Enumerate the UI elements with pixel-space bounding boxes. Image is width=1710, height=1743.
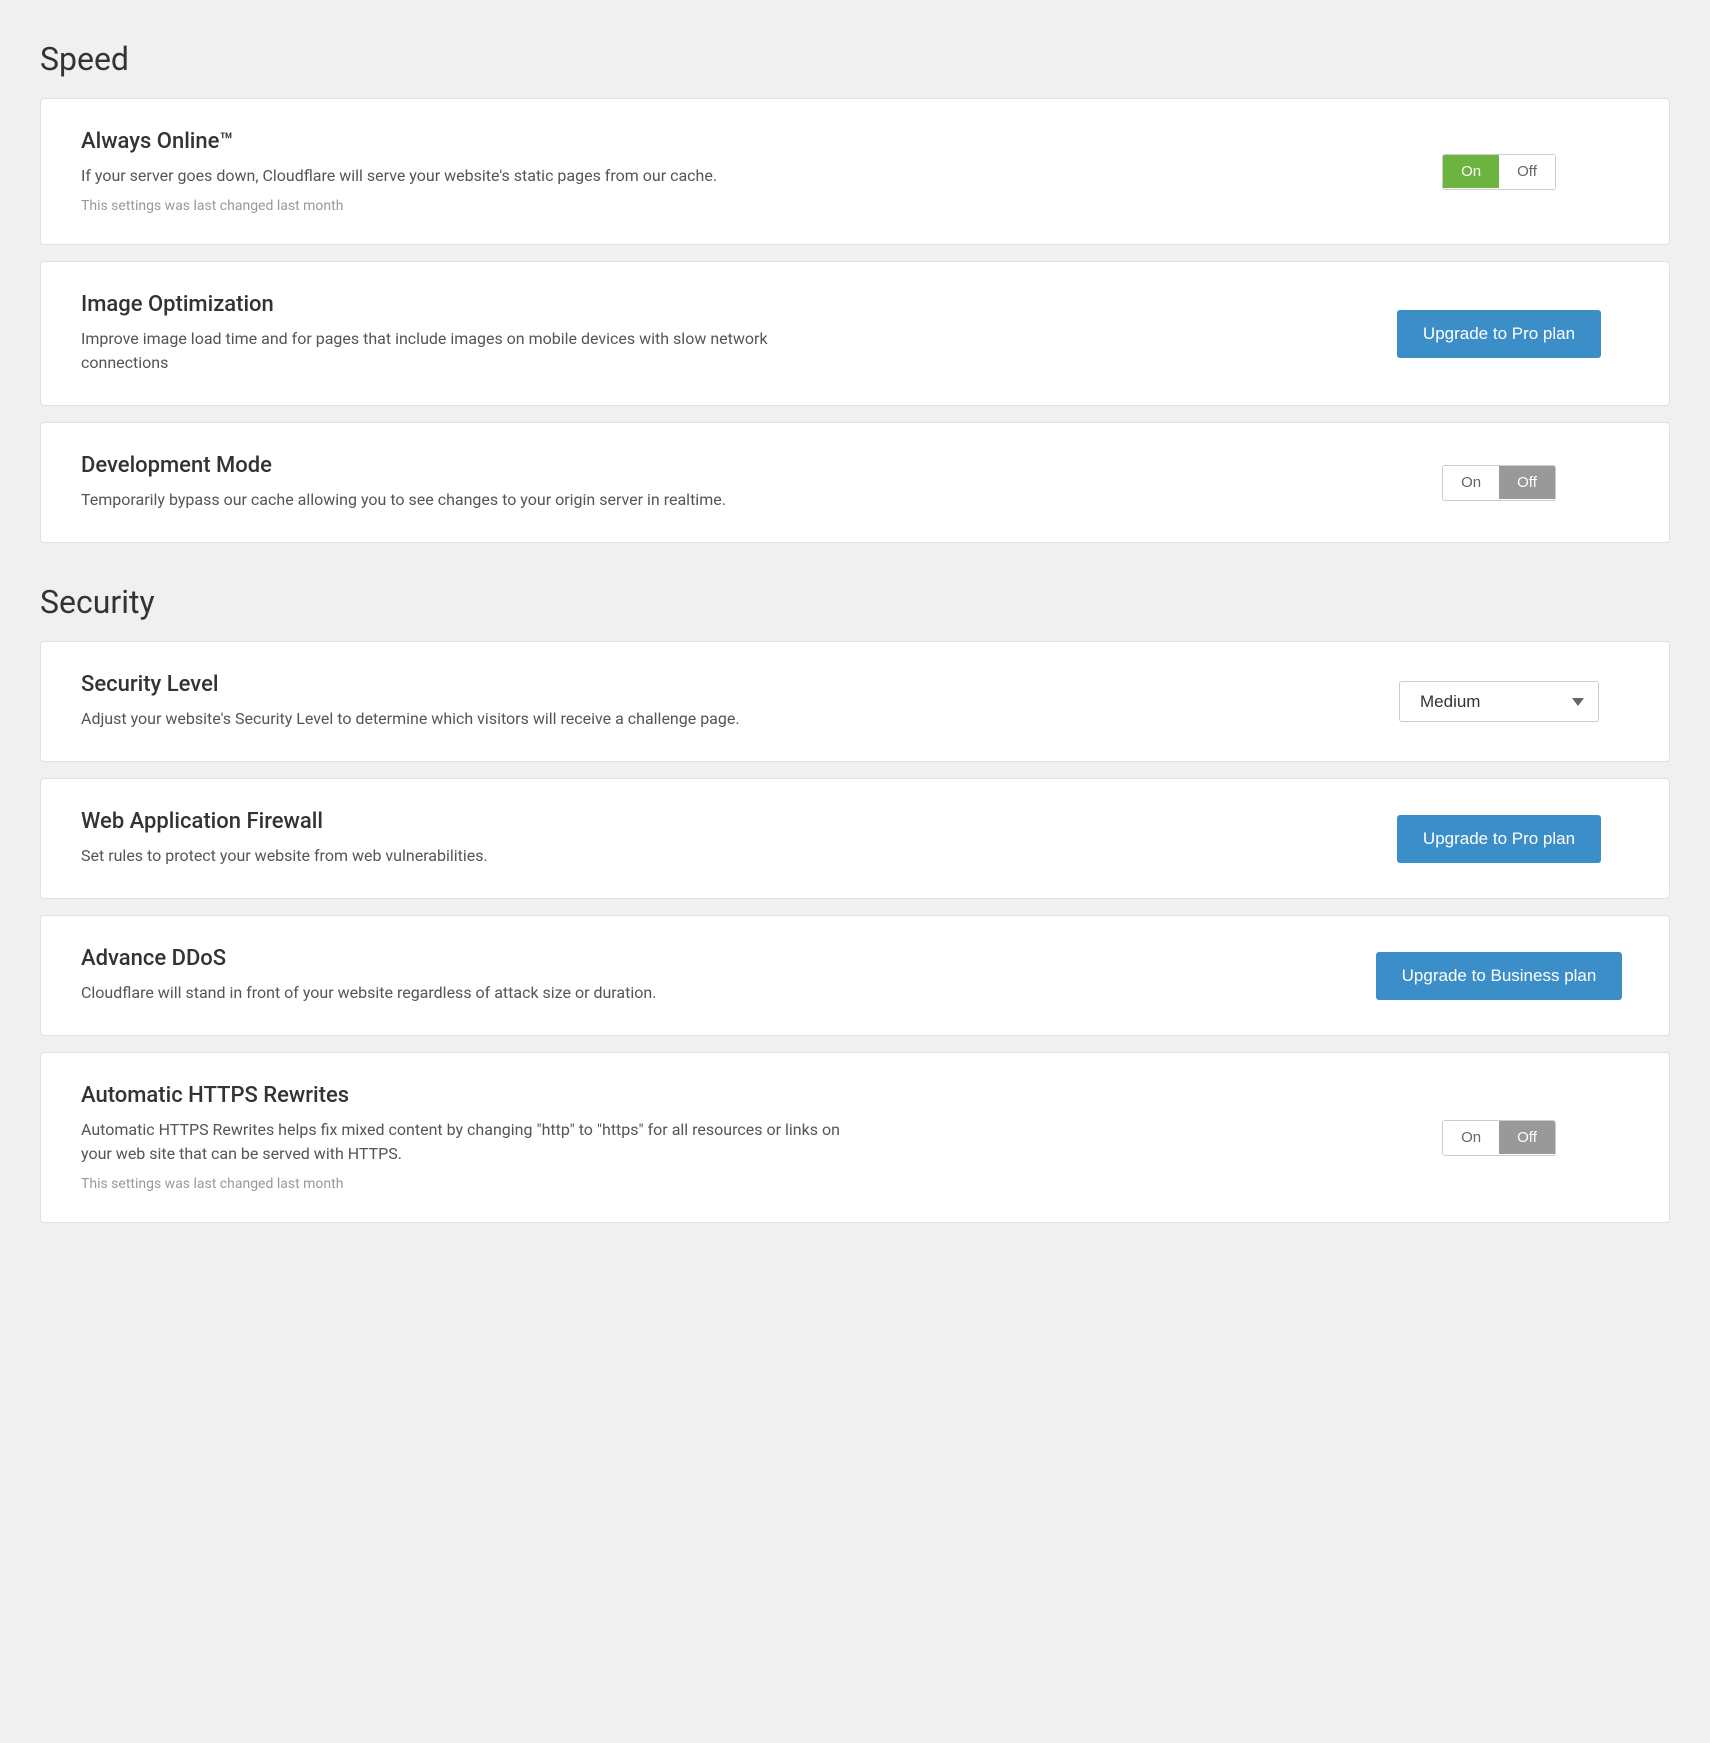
automatic-https-rewrites-content: Automatic HTTPS Rewrites Automatic HTTPS… <box>81 1083 841 1192</box>
security-section-title: Security <box>40 583 1670 621</box>
always-online-toggle-off[interactable]: Off <box>1499 155 1555 188</box>
development-mode-toggle-on[interactable]: On <box>1443 466 1499 499</box>
web-application-firewall-upgrade-button[interactable]: Upgrade to Pro plan <box>1397 815 1601 863</box>
image-optimization-content: Image Optimization Improve image load ti… <box>81 292 841 375</box>
security-level-description: Adjust your website's Security Level to … <box>81 707 841 731</box>
development-mode-action: On Off <box>1369 465 1629 501</box>
web-application-firewall-title: Web Application Firewall <box>81 809 841 834</box>
advance-ddos-upgrade-button[interactable]: Upgrade to Business plan <box>1376 952 1623 1000</box>
automatic-https-rewrites-toggle-off[interactable]: Off <box>1499 1121 1555 1154</box>
always-online-toggle[interactable]: On Off <box>1442 154 1556 190</box>
advance-ddos-action: Upgrade to Business plan <box>1369 952 1629 1000</box>
security-level-content: Security Level Adjust your website's Sec… <box>81 672 841 731</box>
development-mode-toggle-off[interactable]: Off <box>1499 466 1555 499</box>
security-level-dropdown[interactable]: Essentially Off Low Medium High I'm Unde… <box>1399 681 1599 722</box>
advance-ddos-title: Advance DDoS <box>81 946 841 971</box>
web-application-firewall-content: Web Application Firewall Set rules to pr… <box>81 809 841 868</box>
automatic-https-rewrites-toggle-on[interactable]: On <box>1443 1121 1499 1154</box>
web-application-firewall-description: Set rules to protect your website from w… <box>81 844 841 868</box>
advance-ddos-description: Cloudflare will stand in front of your w… <box>81 981 841 1005</box>
always-online-description: If your server goes down, Cloudflare wil… <box>81 164 841 188</box>
automatic-https-rewrites-description: Automatic HTTPS Rewrites helps fix mixed… <box>81 1118 841 1166</box>
image-optimization-action: Upgrade to Pro plan <box>1369 310 1629 358</box>
image-optimization-upgrade-button[interactable]: Upgrade to Pro plan <box>1397 310 1601 358</box>
always-online-action: On Off <box>1369 154 1629 190</box>
security-level-action: Essentially Off Low Medium High I'm Unde… <box>1369 681 1629 722</box>
image-optimization-card: Image Optimization Improve image load ti… <box>40 261 1670 406</box>
automatic-https-rewrites-card: Automatic HTTPS Rewrites Automatic HTTPS… <box>40 1052 1670 1223</box>
security-level-card: Security Level Adjust your website's Sec… <box>40 641 1670 762</box>
advance-ddos-content: Advance DDoS Cloudflare will stand in fr… <box>81 946 841 1005</box>
development-mode-description: Temporarily bypass our cache allowing yo… <box>81 488 841 512</box>
development-mode-toggle[interactable]: On Off <box>1442 465 1556 501</box>
always-online-card: Always Online™ If your server goes down,… <box>40 98 1670 245</box>
automatic-https-rewrites-action: On Off <box>1369 1120 1629 1156</box>
always-online-title: Always Online™ <box>81 129 841 154</box>
development-mode-content: Development Mode Temporarily bypass our … <box>81 453 841 512</box>
always-online-toggle-on[interactable]: On <box>1443 155 1499 188</box>
web-application-firewall-card: Web Application Firewall Set rules to pr… <box>40 778 1670 899</box>
automatic-https-rewrites-title: Automatic HTTPS Rewrites <box>81 1083 841 1108</box>
always-online-meta: This settings was last changed last mont… <box>81 198 841 214</box>
image-optimization-description: Improve image load time and for pages th… <box>81 327 841 375</box>
image-optimization-title: Image Optimization <box>81 292 841 317</box>
security-level-title: Security Level <box>81 672 841 697</box>
automatic-https-rewrites-meta: This settings was last changed last mont… <box>81 1176 841 1192</box>
web-application-firewall-action: Upgrade to Pro plan <box>1369 815 1629 863</box>
development-mode-title: Development Mode <box>81 453 841 478</box>
speed-section-title: Speed <box>40 40 1670 78</box>
automatic-https-rewrites-toggle[interactable]: On Off <box>1442 1120 1556 1156</box>
advance-ddos-card: Advance DDoS Cloudflare will stand in fr… <box>40 915 1670 1036</box>
always-online-content: Always Online™ If your server goes down,… <box>81 129 841 214</box>
development-mode-card: Development Mode Temporarily bypass our … <box>40 422 1670 543</box>
